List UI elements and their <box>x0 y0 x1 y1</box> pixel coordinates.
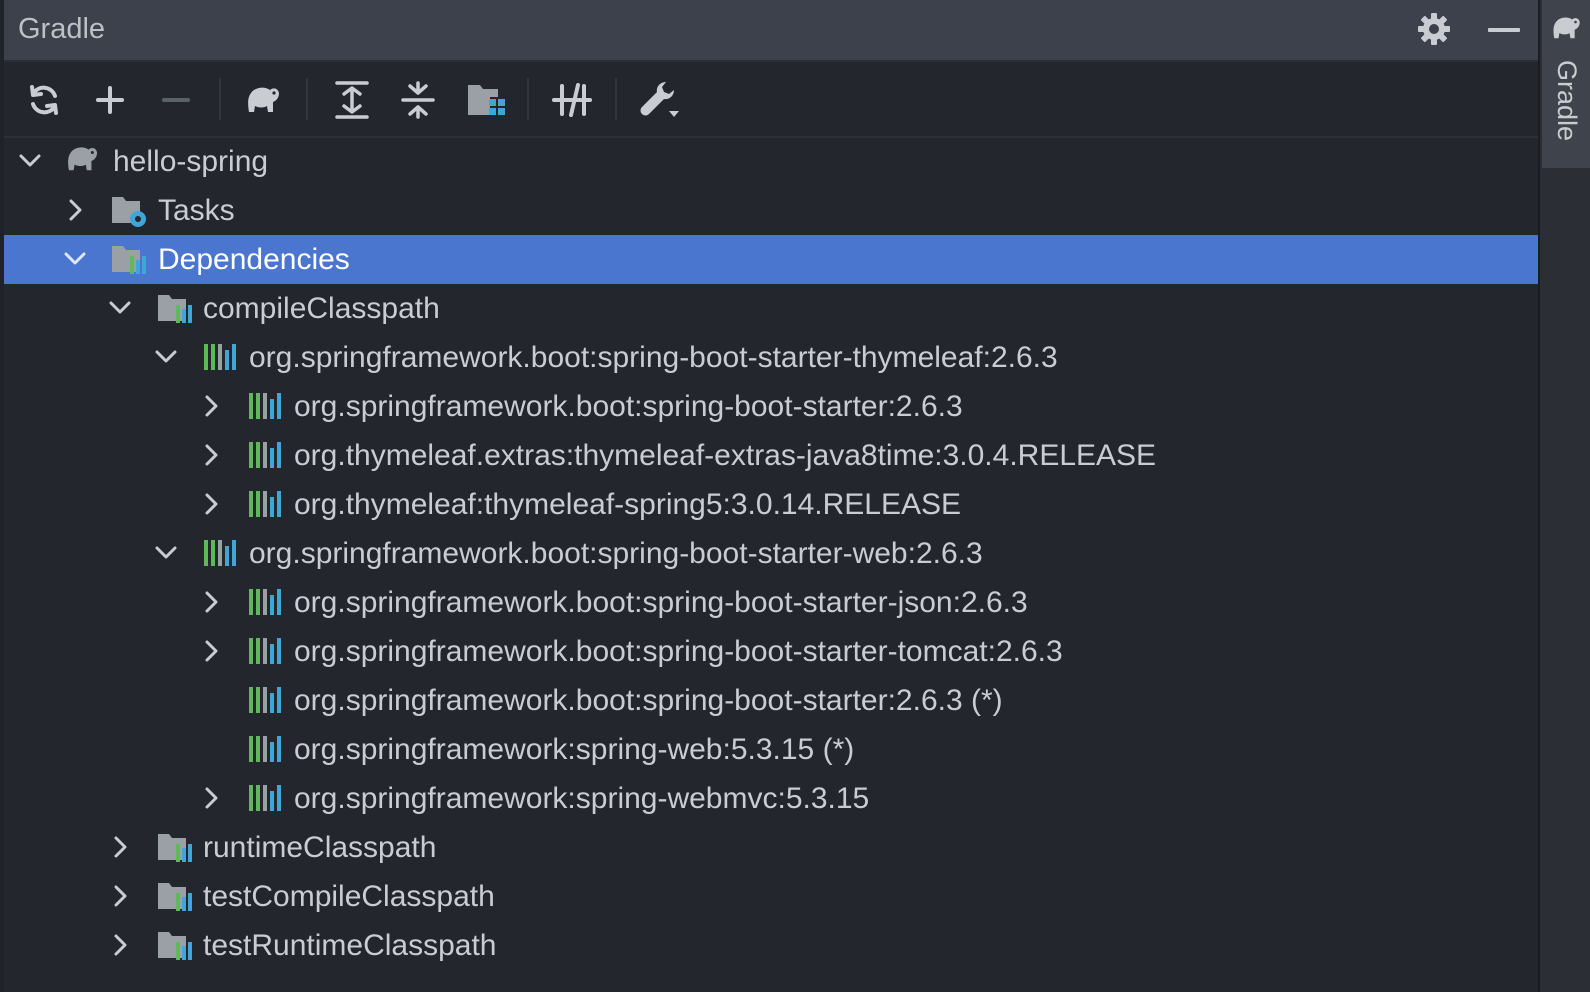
toolbar-separator <box>527 78 529 120</box>
tree-row-dependency[interactable]: org.springframework:spring-web:5.3.15 (*… <box>4 725 1538 774</box>
minimize-icon[interactable] <box>1488 28 1520 32</box>
tree-row-label: org.springframework.boot:spring-boot-sta… <box>294 390 963 423</box>
library-icon <box>247 585 285 619</box>
toolbar <box>4 62 1538 138</box>
tree-row-label: org.springframework:spring-webmvc:5.3.15 <box>294 782 870 815</box>
chevron-down-icon[interactable] <box>18 149 42 173</box>
tree-row-label: org.thymeleaf.extras:thymeleaf-extras-ja… <box>294 439 1157 472</box>
tree-row-dependency[interactable]: org.thymeleaf:thymeleaf-spring5:3.0.14.R… <box>4 480 1538 529</box>
library-icon <box>247 389 285 423</box>
tree-row-project[interactable]: hello-spring <box>4 137 1538 186</box>
tool-window-header: Gradle <box>4 0 1538 62</box>
library-icon <box>247 438 285 472</box>
chevron-right-icon[interactable] <box>199 492 223 516</box>
tasks-folder-icon <box>110 193 148 227</box>
side-tab-label: Gradle <box>1552 60 1582 142</box>
library-icon <box>247 487 285 521</box>
chevron-right-icon[interactable] <box>199 786 223 810</box>
tree-row-label: testRuntimeClasspath <box>203 929 497 962</box>
tree-row-dependency[interactable]: org.springframework.boot:spring-boot-sta… <box>4 676 1538 725</box>
dependencies-icon[interactable] <box>464 78 508 122</box>
library-icon <box>247 732 285 766</box>
tree-row-dependency[interactable]: org.springframework.boot:spring-boot-sta… <box>4 578 1538 627</box>
tree-row-label: Tasks <box>158 194 235 227</box>
tree-row-label: hello-spring <box>113 145 269 178</box>
chevron-right-icon[interactable] <box>63 198 87 222</box>
tree-row-label: Dependencies <box>158 243 350 276</box>
chevron-down-icon[interactable] <box>154 345 178 369</box>
tree-row-label: org.springframework.boot:spring-boot-sta… <box>294 684 1003 717</box>
tree-row-label: org.springframework.boot:spring-boot-sta… <box>249 537 983 570</box>
minus-icon[interactable] <box>154 78 198 122</box>
tree-row-dependency[interactable]: org.thymeleaf.extras:thymeleaf-extras-ja… <box>4 431 1538 480</box>
tree-row-label: testCompileClasspath <box>203 880 495 913</box>
toolbar-separator <box>306 78 308 120</box>
chevron-right-icon[interactable] <box>199 590 223 614</box>
tree-row-dependency[interactable]: org.springframework:spring-webmvc:5.3.15 <box>4 774 1538 823</box>
chevron-right-icon[interactable] <box>108 835 132 859</box>
chevron-right-icon[interactable] <box>108 933 132 957</box>
plus-icon[interactable] <box>88 78 132 122</box>
library-icon <box>202 340 240 374</box>
tree-row-runtime-classpath[interactable]: runtimeClasspath <box>4 823 1538 872</box>
library-icon <box>202 536 240 570</box>
tree-row-dependencies[interactable]: Dependencies <box>4 235 1538 284</box>
tree-row-test-runtime-classpath[interactable]: testRuntimeClasspath <box>4 921 1538 970</box>
gear-icon[interactable] <box>1417 12 1451 46</box>
chevron-down-icon[interactable] <box>63 247 87 271</box>
chevron-right-icon[interactable] <box>199 394 223 418</box>
tree-row-tasks[interactable]: Tasks <box>4 186 1538 235</box>
dependencies-folder-icon <box>156 879 194 913</box>
chevron-right-icon[interactable] <box>199 639 223 663</box>
tree-row-dependency[interactable]: org.springframework.boot:spring-boot-sta… <box>4 529 1538 578</box>
dependencies-folder-icon <box>110 242 148 276</box>
tool-window-title: Gradle <box>18 13 106 45</box>
toolbar-separator <box>615 78 617 120</box>
elephant-icon[interactable] <box>242 78 286 122</box>
tree-row-dependency[interactable]: org.springframework.boot:spring-boot-sta… <box>4 333 1538 382</box>
tree-row-label: org.springframework.boot:spring-boot-sta… <box>294 586 1028 619</box>
refresh-icon[interactable] <box>22 78 66 122</box>
library-icon <box>247 634 285 668</box>
tree-row-label: runtimeClasspath <box>203 831 437 864</box>
tree-row-label: org.thymeleaf:thymeleaf-spring5:3.0.14.R… <box>294 488 962 521</box>
tree-row-dependency[interactable]: org.springframework.boot:spring-boot-sta… <box>4 382 1538 431</box>
chevron-down-icon[interactable] <box>108 296 132 320</box>
tree-row-label: org.springframework.boot:spring-boot-sta… <box>249 341 1058 374</box>
dependencies-folder-icon <box>156 928 194 962</box>
tree-row-test-compile-classpath[interactable]: testCompileClasspath <box>4 872 1538 921</box>
dependencies-folder-icon <box>156 291 194 325</box>
offline-icon[interactable] <box>550 78 594 122</box>
toolbar-separator <box>219 78 221 120</box>
tree-row-label: compileClasspath <box>203 292 440 325</box>
elephant-icon <box>1550 14 1584 44</box>
elephant-icon <box>64 144 102 178</box>
chevron-right-icon[interactable] <box>108 884 132 908</box>
tree-row-compile-classpath[interactable]: compileClasspath <box>4 284 1538 333</box>
tree-row-label: org.springframework.boot:spring-boot-sta… <box>294 635 1063 668</box>
tree-row-dependency[interactable]: org.springframework.boot:spring-boot-sta… <box>4 627 1538 676</box>
right-tool-window-bar: Gradle <box>1538 0 1590 992</box>
tree-row-label: org.springframework:spring-web:5.3.15 (*… <box>294 733 855 766</box>
library-icon <box>247 683 285 717</box>
chevron-right-icon[interactable] <box>199 443 223 467</box>
wrench-icon[interactable] <box>638 78 682 122</box>
chevron-down-icon[interactable] <box>154 541 178 565</box>
collapse-all-icon[interactable] <box>396 78 440 122</box>
gradle-tool-window: Gradle hello-spring Tasks Dependencies c… <box>4 0 1538 992</box>
gradle-side-tab[interactable]: Gradle <box>1542 0 1590 168</box>
expand-all-icon[interactable] <box>330 78 374 122</box>
dependencies-folder-icon <box>156 830 194 864</box>
library-icon <box>247 781 285 815</box>
